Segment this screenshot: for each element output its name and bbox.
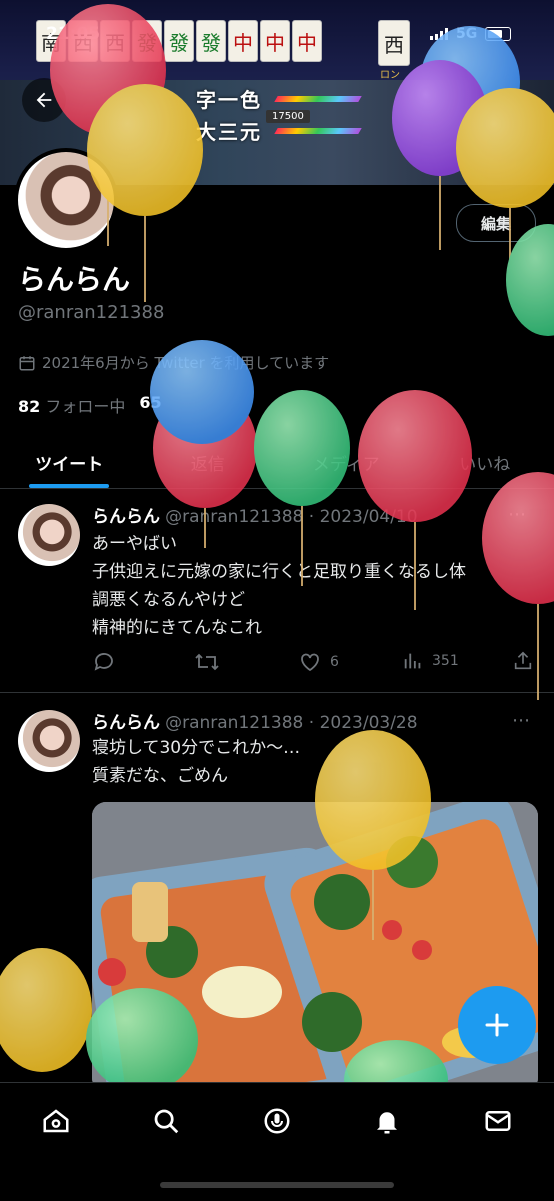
tweet-text: 寝坊して30分でこれか〜… 質素だな、ごめん <box>92 734 544 790</box>
mail-icon <box>483 1106 513 1136</box>
joined-text: 2021年6月から Twitter を利用しています <box>42 352 329 373</box>
search-icon <box>151 1106 181 1136</box>
network-label: 5G <box>456 26 477 42</box>
score-label: 17500 <box>266 110 310 123</box>
back-button[interactable] <box>22 78 66 122</box>
followers-count: 65 <box>139 393 161 412</box>
ron-label: ロン <box>380 66 400 81</box>
signal-icon <box>430 28 448 40</box>
more-icon[interactable]: ⋯ <box>508 504 526 525</box>
calendar-icon <box>18 354 36 372</box>
share-icon <box>512 650 534 672</box>
bell-icon <box>372 1106 402 1136</box>
tweet-date[interactable]: 2023/04/10 <box>320 507 418 527</box>
retweet-button[interactable] <box>194 650 220 674</box>
reply-icon <box>92 650 116 674</box>
tweet-author[interactable]: らんらん <box>92 713 160 733</box>
profile-avatar[interactable] <box>14 148 118 252</box>
nav-notifications[interactable] <box>367 1101 407 1141</box>
home-icon <box>41 1106 71 1136</box>
nav-home[interactable] <box>36 1101 76 1141</box>
compose-tweet-button[interactable] <box>458 986 536 1064</box>
profile-name: らんらん <box>18 258 130 298</box>
more-icon[interactable]: ⋯ <box>512 710 530 731</box>
home-indicator <box>160 1182 394 1188</box>
tweet-header: らんらん @ranran121388 · 2023/03/28 <box>92 708 418 733</box>
tile: 中 <box>292 20 322 62</box>
tweet-line: あーやばい <box>92 530 544 558</box>
tile: 發 <box>196 20 226 62</box>
reply-button[interactable] <box>92 650 116 674</box>
battery-icon <box>485 27 511 41</box>
followers-link[interactable]: 65 <box>139 393 161 417</box>
divider <box>0 692 554 693</box>
tab-replies[interactable]: 返信 <box>139 436 278 488</box>
share-button[interactable] <box>512 650 534 672</box>
tweet-handle[interactable]: @ranran121388 <box>165 507 303 527</box>
heart-icon <box>298 650 322 674</box>
plus-icon <box>482 1010 512 1040</box>
spaces-icon <box>262 1106 292 1136</box>
following-count: 82 <box>18 397 40 416</box>
tab-media[interactable]: メディア <box>277 436 416 488</box>
view-count: 351 <box>432 653 459 669</box>
edit-profile-button[interactable]: 編集 <box>456 204 536 242</box>
tweet-author[interactable]: らんらん <box>92 507 160 527</box>
tweet-date[interactable]: 2023/03/28 <box>320 713 418 733</box>
profile-tabs: ツイート 返信 メディア いいね <box>0 436 554 489</box>
winning-tile: 西 <box>378 20 410 66</box>
status-time: 21:05 <box>46 24 100 44</box>
views-button[interactable]: 351 <box>402 650 459 672</box>
tweet-line: 調悪くなるんやけど <box>92 586 544 614</box>
rainbow-bar <box>274 128 361 134</box>
tile: 發 <box>132 20 162 62</box>
tweet-avatar[interactable] <box>18 710 80 772</box>
tweet-avatar[interactable] <box>18 504 80 566</box>
tweet-line: 子供迎えに元嫁の家に行くと足取り重くなるし体 <box>92 558 544 586</box>
nav-spaces[interactable] <box>257 1101 297 1141</box>
nav-messages[interactable] <box>478 1101 518 1141</box>
joined-date: 2021年6月から Twitter を利用しています <box>18 352 329 373</box>
tab-tweets[interactable]: ツイート <box>0 436 139 488</box>
tweet-text: あーやばい 子供迎えに元嫁の家に行くと足取り重くなるし体 調悪くなるんやけど 精… <box>92 530 544 642</box>
like-button[interactable]: 6 <box>298 650 339 674</box>
tweet-handle[interactable]: @ranran121388 <box>165 713 303 733</box>
tile: 中 <box>228 20 258 62</box>
tweet-line: 寝坊して30分でこれか〜… <box>92 734 544 762</box>
following-label: フォロー中 <box>45 397 125 416</box>
like-count: 6 <box>330 654 339 670</box>
views-icon <box>402 650 424 672</box>
tweet-line: 精神的にきてんなこれ <box>92 614 544 642</box>
rainbow-bar <box>274 96 361 102</box>
tab-likes[interactable]: いいね <box>416 436 554 488</box>
nav-search[interactable] <box>146 1101 186 1141</box>
tile: 中 <box>260 20 290 62</box>
profile-handle: @ranran121388 <box>18 302 164 323</box>
arrow-left-icon <box>33 89 55 111</box>
tile: 發 <box>164 20 194 62</box>
follow-stats: 82 フォロー中 65 <box>18 393 162 417</box>
yaku-label: 大三元 <box>196 116 262 145</box>
tweet-line: 質素だな、ごめん <box>92 762 544 790</box>
tweet-header: らんらん @ranran121388 · 2023/04/10 <box>92 502 418 527</box>
retweet-icon <box>194 650 220 674</box>
tile: 西 <box>100 20 130 62</box>
following-link[interactable]: 82 フォロー中 <box>18 393 125 417</box>
yaku-label: 字一色 <box>196 84 262 113</box>
status-indicators: 5G <box>430 26 511 42</box>
